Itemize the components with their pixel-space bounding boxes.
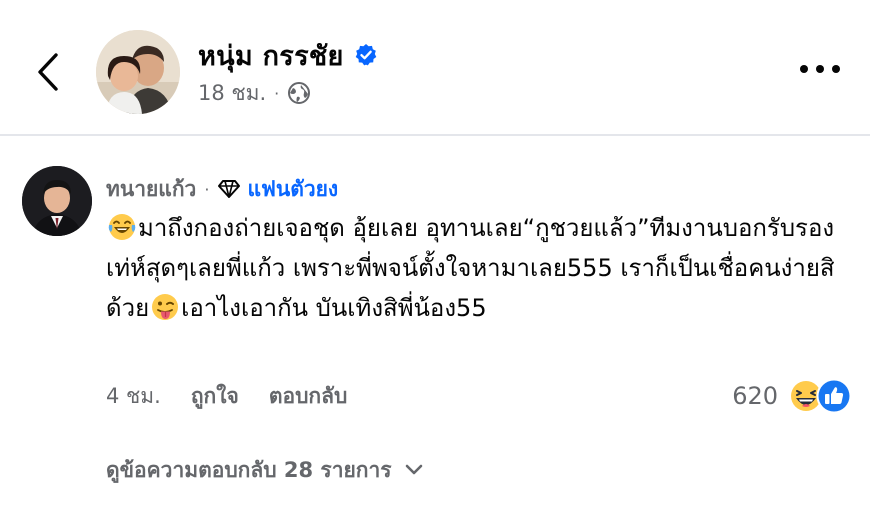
post-header: หนุ่ม กรรชัย 18 ชม. · <box>0 0 870 134</box>
more-dots-icon <box>800 65 808 73</box>
globe-icon <box>288 82 311 104</box>
view-replies-label: ดูข้อความตอบกลับ 28 รายการ <box>106 457 392 482</box>
more-dots-icon <box>816 65 824 73</box>
verified-badge-icon <box>355 44 376 66</box>
comment-header: ทนายแก้ว · แฟนตัวยง <box>106 174 338 204</box>
diamond-icon <box>218 180 241 198</box>
top-fan-badge[interactable]: แฟนตัวยง <box>247 173 338 206</box>
comment-actions: 4 ชม. ถูกใจ ตอบกลับ <box>106 379 347 413</box>
post-meta: 18 ชม. · <box>198 78 311 108</box>
author-avatar[interactable] <box>96 30 180 114</box>
header-separator: · <box>204 179 210 199</box>
more-dots-icon <box>832 65 840 73</box>
commenter-name[interactable]: ทนายแก้ว <box>106 173 196 206</box>
post-time[interactable]: 18 ชม. <box>198 77 266 110</box>
laughing-emoji-icon <box>108 214 136 240</box>
author-row: หนุ่ม กรรชัย <box>198 36 378 74</box>
like-reaction-icon <box>816 378 852 414</box>
comment-time[interactable]: 4 ชม. <box>106 380 161 413</box>
reactions-summary[interactable]: 620 <box>732 376 854 416</box>
chevron-down-icon <box>405 464 422 475</box>
reaction-count: 620 <box>732 382 778 410</box>
back-chevron-icon <box>38 53 58 91</box>
tongue-emoji-icon <box>152 294 179 320</box>
reply-button[interactable]: ตอบกลับ <box>269 380 348 413</box>
author-name[interactable]: หนุ่ม กรรชัย <box>198 34 344 77</box>
more-options-button[interactable] <box>800 54 840 84</box>
comment: ทนายแก้ว · แฟนตัวยง มาถึงกองถ่ายเจอชุด อ… <box>0 136 870 523</box>
commenter-avatar[interactable] <box>22 166 92 236</box>
reaction-icons <box>788 378 854 414</box>
comment-text-part-2: เอาไงเอากัน บันเทิงสิพี่น้อง55 <box>181 294 487 322</box>
like-button[interactable]: ถูกใจ <box>191 380 239 413</box>
back-button[interactable] <box>30 50 66 94</box>
meta-separator: · <box>274 83 280 103</box>
comment-text: มาถึงกองถ่ายเจอชุด อุ้ยเลย อุทานเลย“กูชว… <box>106 208 841 328</box>
view-replies-button[interactable]: ดูข้อความตอบกลับ 28 รายการ <box>106 454 424 486</box>
